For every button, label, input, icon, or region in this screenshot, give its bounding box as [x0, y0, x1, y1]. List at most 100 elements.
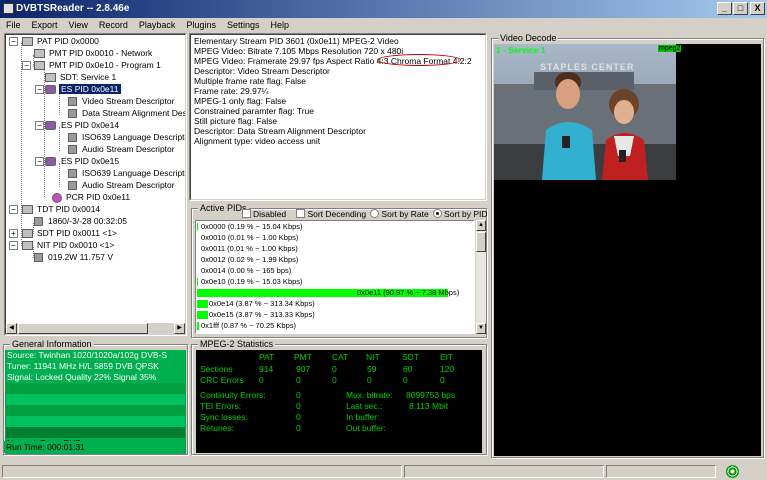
pid-row[interactable]: 0x0012 (0.02 % ~ 1.99 Kbps) [197, 255, 473, 265]
expand-toggle[interactable]: − [9, 205, 18, 214]
stat-value: 120 [440, 364, 455, 374]
descriptor-icon [68, 145, 77, 154]
title-bar: DVBTSReader -- 2.8.46e _ □ X [0, 0, 767, 18]
sort-by-rate-radio[interactable]: Sort by Rate [370, 209, 429, 219]
scroll-down-button[interactable]: ▼ [476, 323, 486, 334]
tree-item[interactable]: SDT PID 0x0011 <1> [37, 227, 117, 239]
scroll-thumb[interactable] [476, 232, 486, 252]
pid-row[interactable]: 0x0e10 (0.19 % ~ 15.03 Kbps) [197, 277, 473, 287]
detail-line: Descriptor: Video Stream Descriptor [194, 66, 330, 76]
descriptor-icon [68, 109, 77, 118]
tree-item[interactable]: ES PID 0x0e14 [61, 119, 119, 131]
tree-item[interactable]: PMT PID 0x0010 - Network [49, 47, 152, 59]
maximize-button[interactable]: □ [733, 2, 748, 15]
pid-row[interactable]: 0x0e15 (3.87 % ~ 313.33 Kbps) [197, 310, 473, 320]
stat-value: 0 [440, 375, 445, 385]
es-node-icon [45, 157, 56, 166]
info-row [6, 405, 185, 416]
pid-row[interactable]: 0x0e14 (3.87 % ~ 313.34 Kbps) [197, 299, 473, 309]
pid-row[interactable]: 0x0e11 (90.97 % ~ 7.38 Mbps) [197, 288, 473, 298]
status-pane [606, 465, 716, 478]
tree-item[interactable]: ISO639 Language Descriptor [82, 167, 185, 179]
disabled-checkbox[interactable]: Disabled [242, 209, 286, 219]
info-row [6, 416, 185, 427]
close-button[interactable]: X [750, 2, 765, 15]
scroll-thumb[interactable] [18, 323, 148, 334]
node-icon [34, 49, 45, 58]
menu-plugins[interactable]: Plugins [180, 18, 221, 30]
col-header: SDT [402, 352, 419, 362]
scroll-left-button[interactable]: ◀ [6, 323, 17, 334]
expand-toggle[interactable]: − [9, 37, 18, 46]
tree-item[interactable]: PMT PID 0x0e10 - Program 1 [49, 59, 161, 71]
active-pids-title: Active PIDs [198, 203, 249, 214]
menu-record[interactable]: Record [93, 18, 133, 30]
tree-item[interactable]: ISO639 Language Descriptor [82, 131, 185, 143]
tree-item[interactable]: Audio Stream Descriptor [82, 179, 175, 191]
retunes-value: 0 [296, 423, 301, 433]
tree-item[interactable]: SDT: Service 1 [60, 71, 116, 83]
pid-vscrollbar[interactable]: ▲ ▼ [476, 220, 486, 334]
expand-toggle[interactable]: − [22, 61, 31, 70]
tree-item[interactable]: 019.2W 11.757 V [48, 251, 113, 263]
tree-item[interactable]: Data Stream Alignment Descr [82, 107, 185, 119]
minimize-button[interactable]: _ [717, 2, 732, 15]
es-node-icon [45, 85, 56, 94]
video-decode-title: Video Decode [498, 33, 559, 44]
sort-by-pid-radio[interactable]: Sort by PID [433, 209, 488, 219]
tree-hscrollbar[interactable]: ◀ ▶ [6, 322, 185, 334]
crc-label: CRC Errors [200, 375, 244, 385]
video-area[interactable]: STAPLES CENTER 1 - Service 1 mpeg2 [494, 44, 761, 456]
pid-row[interactable]: 0x0011 (0.01 % ~ 1.00 Kbps) [197, 244, 473, 254]
pid-list[interactable]: 0x0000 (0.19 % ~ 15.04 Kbps) 0x0010 (0.01… [195, 220, 475, 334]
pid-row-label: 0x0011 (0.01 % ~ 1.00 Kbps) [201, 244, 298, 253]
tree-item[interactable]: ES PID 0x0e15 [61, 155, 119, 167]
sort-descending-checkbox[interactable]: Sort Decending [296, 209, 366, 219]
descriptor-icon [68, 169, 77, 178]
pid-row[interactable]: 0x1fff (0.87 % ~ 70.25 Kbps) [197, 321, 473, 331]
descriptor-icon [68, 133, 77, 142]
menu-file[interactable]: File [0, 18, 26, 30]
expand-toggle[interactable]: + [9, 229, 18, 238]
tree-item[interactable]: PAT PID 0x0000 [37, 35, 99, 47]
scroll-up-button[interactable]: ▲ [476, 220, 486, 231]
menu-playback[interactable]: Playback [133, 18, 181, 30]
tei-label: TEI Errors: [200, 401, 242, 411]
tree-item[interactable]: TDT PID 0x0014 [37, 203, 100, 215]
expand-toggle[interactable]: − [35, 85, 44, 94]
tree-item[interactable]: PCR PID 0x0e11 [66, 191, 130, 203]
expand-toggle[interactable]: − [9, 241, 18, 250]
tree-item-selected[interactable]: ES PID 0x0e11 [59, 83, 121, 95]
pid-row[interactable]: 0x0014 (0.00 % ~ 165 bps) [197, 266, 473, 276]
detail-line: Alignment type: video access unit [194, 136, 321, 146]
menu-bar: File Export View Record Playback Plugins Setti… [0, 18, 767, 33]
expand-toggle[interactable]: − [35, 121, 44, 130]
info-row [6, 427, 185, 438]
pid-rate-bar [197, 300, 208, 308]
menu-settings[interactable]: Settings [221, 18, 265, 30]
mpeg2-stats-title: MPEG-2 Statistics [198, 339, 276, 350]
pid-row[interactable]: 0x0000 (0.19 % ~ 15.04 Kbps) [197, 222, 473, 232]
node-icon [45, 73, 56, 82]
tree-item[interactable]: Video Stream Descriptor [82, 95, 174, 107]
stat-value: 0 [296, 375, 301, 385]
pid-row-label: 0x0010 (0.01 % ~ 1.00 Kbps) [201, 233, 299, 242]
menu-help[interactable]: Help [265, 18, 295, 30]
scroll-right-button[interactable]: ▶ [174, 323, 185, 334]
node-icon [22, 205, 33, 214]
tree-item[interactable]: 1860/-3/-28 00:32:05 [48, 215, 127, 227]
mux-label: Mux. bitrate: [346, 390, 393, 400]
mux-value: 8099753 bps [406, 390, 456, 400]
stat-value: 0 [332, 375, 337, 385]
tree-item[interactable]: NIT PID 0x0010 <1> [37, 239, 114, 251]
expand-toggle[interactable]: − [35, 157, 44, 166]
detail-line: Frame rate: 29.97¼ [194, 86, 269, 96]
tree-item[interactable]: Audio Stream Descriptor [82, 143, 175, 155]
menu-export[interactable]: Export [26, 18, 63, 30]
menu-view[interactable]: View [63, 18, 93, 30]
pid-row[interactable]: 0x0010 (0.01 % ~ 1.00 Kbps) [197, 233, 473, 243]
active-pids-group: Active PIDs Disabled Sort Decending Sort… [191, 203, 488, 338]
sections-label: Sections [200, 364, 233, 374]
general-info-title: General Information [10, 339, 94, 350]
stat-value: 60 [403, 364, 413, 374]
